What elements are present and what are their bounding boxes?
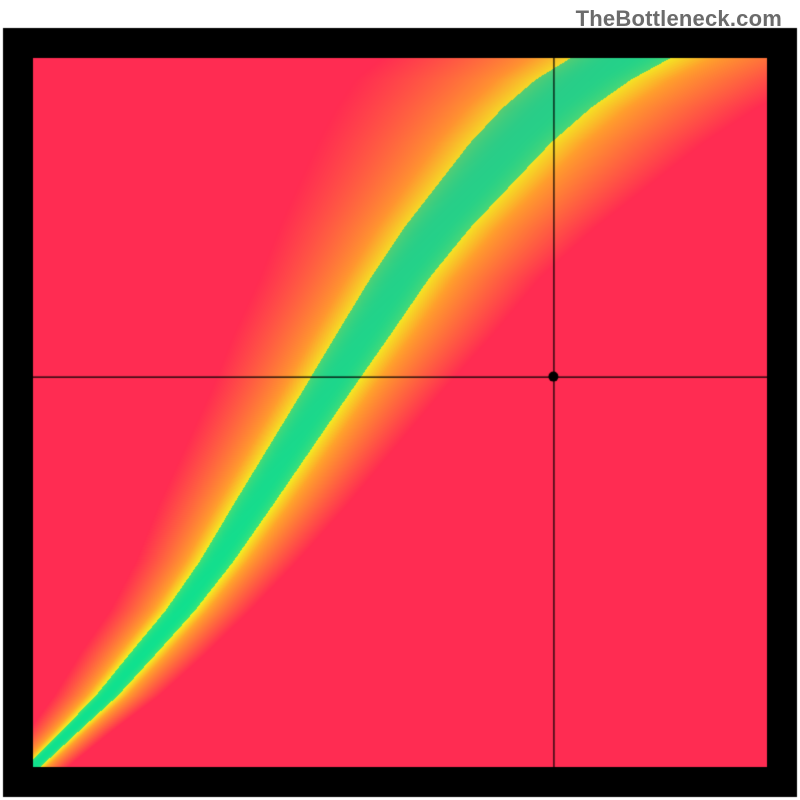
bottleneck-heatmap-canvas xyxy=(0,0,800,800)
chart-stage: TheBottleneck.com xyxy=(0,0,800,800)
watermark-label: TheBottleneck.com xyxy=(576,6,782,32)
